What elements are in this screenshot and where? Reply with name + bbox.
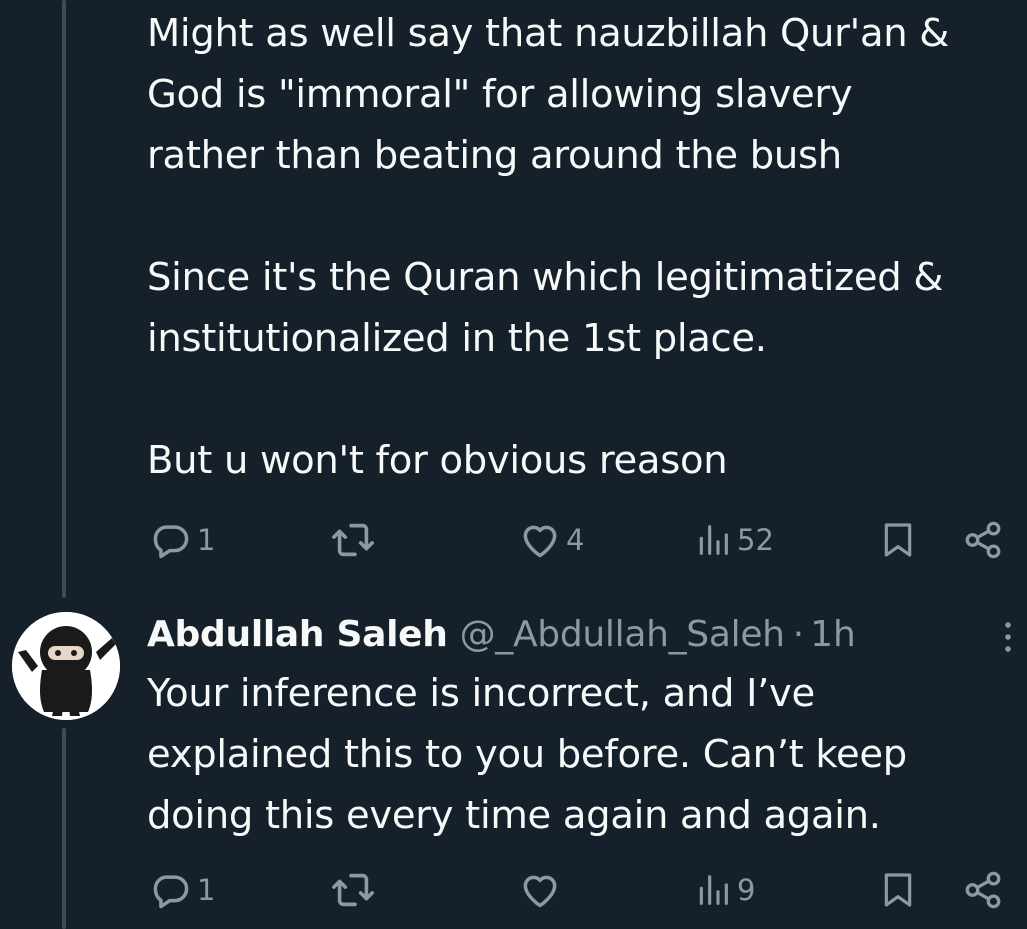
reply-button[interactable]: 1 xyxy=(149,866,215,914)
reply-icon xyxy=(153,525,189,559)
bookmark-icon xyxy=(884,523,912,557)
like-count: 4 xyxy=(566,523,585,557)
heart-icon xyxy=(523,525,557,558)
ninja-avatar-image xyxy=(12,612,120,720)
retweet-icon xyxy=(332,523,374,557)
views-button[interactable]: 52 xyxy=(693,516,774,564)
view-count: 52 xyxy=(737,523,774,557)
retweet-button[interactable] xyxy=(330,866,380,914)
like-button[interactable]: 4 xyxy=(518,516,584,564)
view-count: 9 xyxy=(737,873,756,907)
views-chart-icon xyxy=(699,875,728,905)
bookmark-button[interactable] xyxy=(878,516,918,564)
reply-button[interactable]: 1 xyxy=(149,516,215,564)
author-handle[interactable]: @_Abdullah_Saleh xyxy=(460,614,785,655)
heart-icon xyxy=(523,875,557,908)
retweet-icon xyxy=(332,873,374,907)
separator-dot: · xyxy=(792,613,805,655)
tweet-action-bar: 1 4 52 xyxy=(0,516,1027,564)
reply-icon xyxy=(153,875,189,909)
reply-count: 1 xyxy=(197,873,216,907)
share-button[interactable] xyxy=(962,866,1004,914)
views-button[interactable]: 9 xyxy=(693,866,755,914)
tweet-timestamp[interactable]: 1h xyxy=(810,614,856,655)
reply-count: 1 xyxy=(197,523,216,557)
bookmark-icon xyxy=(884,873,912,907)
tweet-action-bar: 1 9 xyxy=(0,866,1027,914)
tweet-text: Your inference is incorrect, and I’ve ex… xyxy=(147,671,907,838)
more-options-button[interactable] xyxy=(997,617,1019,657)
thread-connector-line xyxy=(62,0,66,598)
more-vertical-icon xyxy=(1005,622,1011,652)
share-icon xyxy=(965,521,1001,559)
author-display-name[interactable]: Abdullah Saleh xyxy=(147,614,448,655)
avatar[interactable] xyxy=(12,612,120,720)
retweet-button[interactable] xyxy=(330,516,380,564)
like-button[interactable] xyxy=(518,866,566,914)
tweet-text: Might as well say that nauzbillah Qur'an… xyxy=(147,11,950,483)
share-icon xyxy=(965,871,1001,909)
views-chart-icon xyxy=(699,525,728,555)
bookmark-button[interactable] xyxy=(878,866,918,914)
share-button[interactable] xyxy=(962,516,1004,564)
tweet-header: Abdullah Saleh @_Abdullah_Saleh · 1h xyxy=(147,606,1017,662)
